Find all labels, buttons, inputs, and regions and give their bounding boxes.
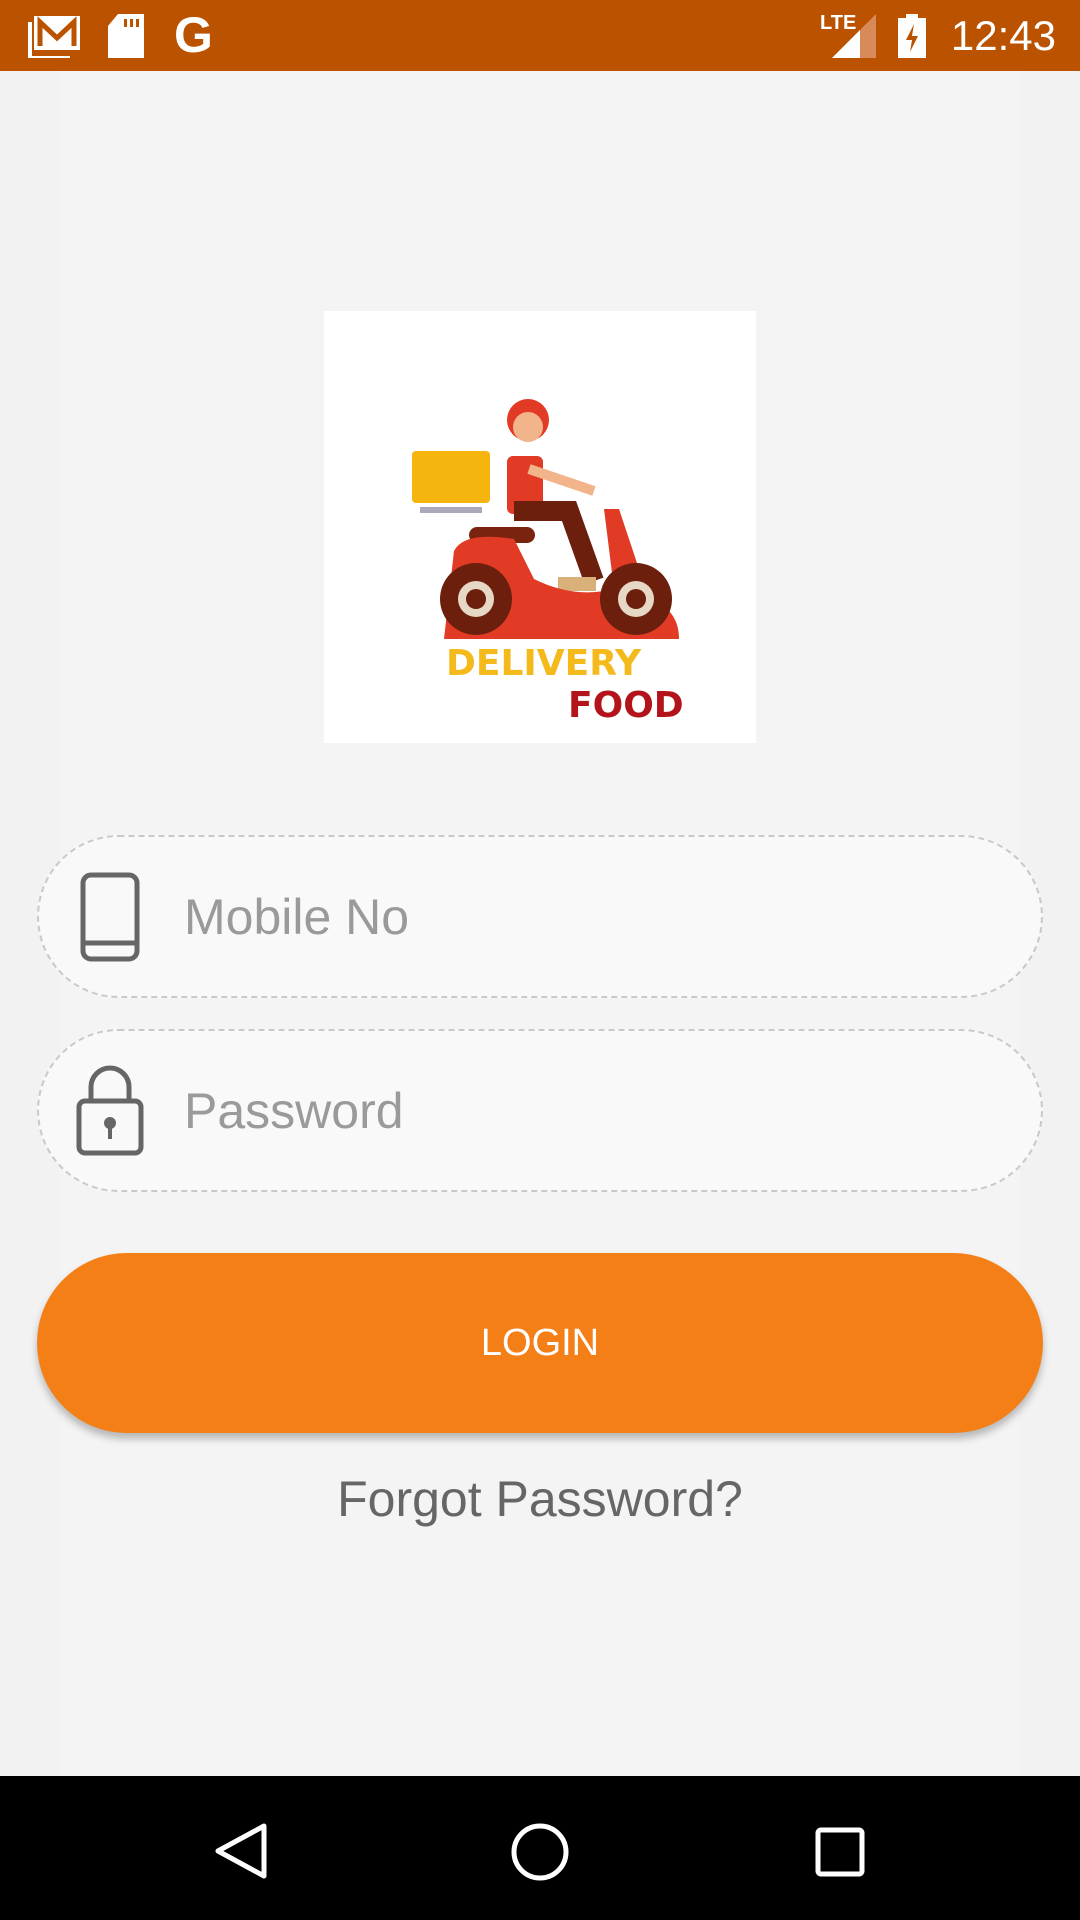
status-bar: G LTE 12:43 <box>0 0 1080 71</box>
logo-text-delivery: DELIVERY <box>446 643 642 684</box>
clock: 12:43 <box>950 12 1056 59</box>
mobile-input[interactable] <box>184 877 984 957</box>
delivery-food-logo: DELIVERY FOOD <box>324 311 756 743</box>
navigation-bar <box>0 1776 1080 1920</box>
gmail-icon <box>28 16 80 58</box>
password-input[interactable] <box>184 1071 984 1151</box>
signal-icon <box>832 14 876 58</box>
google-icon: G <box>174 7 213 63</box>
recents-icon[interactable] <box>814 1826 866 1878</box>
login-button[interactable]: LOGIN <box>37 1253 1043 1433</box>
sd-card-icon <box>108 14 144 58</box>
mobile-field[interactable] <box>37 835 1043 998</box>
battery-charging-icon <box>898 14 926 58</box>
password-field[interactable] <box>37 1029 1043 1192</box>
back-icon[interactable] <box>212 1822 270 1880</box>
home-icon[interactable] <box>510 1822 570 1882</box>
forgot-password-link[interactable]: Forgot Password? <box>0 1470 1080 1528</box>
lock-icon <box>76 1065 144 1156</box>
phone-icon <box>80 872 140 962</box>
logo-text-food: FOOD <box>568 685 684 726</box>
